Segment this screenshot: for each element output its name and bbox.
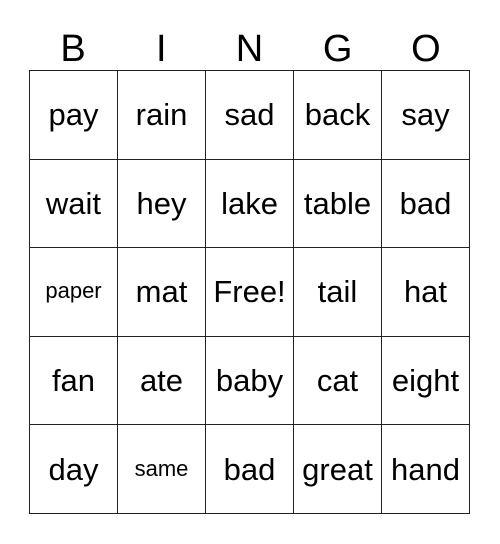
bingo-cell[interactable]: pay [29,70,118,160]
bingo-cell[interactable]: eight [381,335,470,426]
bingo-cell[interactable]: mat [117,247,206,337]
bingo-header-letter-g: G [322,28,353,70]
bingo-cell-label: eight [391,363,460,399]
bingo-cell[interactable]: hey [117,158,206,249]
bingo-cell-label: bad [399,185,452,221]
bingo-cell-label: table [303,185,372,221]
bingo-cell-label: cat [316,363,359,399]
bingo-row: day same bad great hand [29,424,470,514]
bingo-header-letter-o: O [411,28,441,70]
bingo-cell[interactable]: rain [117,70,206,160]
bingo-row: paper mat Free! tail hat [29,247,470,337]
bingo-cell-label: wait [45,185,102,221]
bingo-cell[interactable]: hat [381,247,470,337]
bingo-cell-label: hand [391,451,460,487]
bingo-cell[interactable]: say [381,70,470,160]
bingo-free-space-label: Free! [213,274,286,310]
bingo-card: B I N G O pay rain sad back say wait hey… [0,0,500,544]
bingo-cell-label: ate [139,363,184,399]
bingo-cell[interactable]: sad [205,70,294,160]
bingo-cell[interactable]: cat [293,335,382,426]
bingo-cell-label: back [304,97,371,133]
bingo-row: pay rain sad back say [29,70,470,160]
bingo-header-letter-i: I [156,28,167,70]
bingo-cell-label: pay [48,97,99,133]
bingo-cell-label: sad [224,97,275,133]
bingo-cell[interactable]: ate [117,335,206,426]
bingo-cell-label: tail [317,274,358,310]
bingo-header-letter-b: B [60,28,86,70]
bingo-cell[interactable]: same [117,424,206,514]
bingo-cell-label: lake [221,185,278,221]
bingo-cell-label: same [134,455,189,481]
bingo-cell-label: day [48,451,99,487]
bingo-cell[interactable]: bad [205,424,294,514]
bingo-cell[interactable]: tail [293,247,382,337]
bingo-header-letter-n: N [235,28,264,70]
bingo-cell[interactable]: fan [29,335,118,426]
bingo-cell[interactable]: day [29,424,118,514]
bingo-row: fan ate baby cat eight [29,335,470,426]
bingo-cell[interactable]: bad [381,158,470,249]
bingo-cell-label: fan [51,363,96,399]
bingo-cell-label: paper [45,278,102,304]
bingo-cell-label: hey [136,185,187,221]
bingo-cell-label: baby [215,363,284,399]
bingo-grid: pay rain sad back say wait hey lake tabl… [29,70,470,514]
bingo-cell[interactable]: wait [29,158,118,249]
bingo-cell[interactable]: back [293,70,382,160]
bingo-cell-free[interactable]: Free! [205,247,294,337]
bingo-header-row: B I N G O [29,20,470,70]
bingo-cell[interactable]: baby [205,335,294,426]
bingo-cell-label: rain [135,97,188,133]
bingo-cell[interactable]: hand [381,424,470,514]
bingo-cell[interactable]: lake [205,158,294,249]
bingo-cell-label: bad [223,451,276,487]
bingo-cell[interactable]: paper [29,247,118,337]
bingo-cell-label: great [302,451,373,487]
bingo-grid-body: pay rain sad back say wait hey lake tabl… [29,70,470,514]
bingo-cell[interactable]: great [293,424,382,514]
bingo-row: wait hey lake table bad [29,158,470,249]
bingo-cell-label: say [401,97,450,133]
bingo-cell-label: hat [403,274,448,310]
bingo-cell-label: mat [135,274,188,310]
bingo-cell[interactable]: table [293,158,382,249]
